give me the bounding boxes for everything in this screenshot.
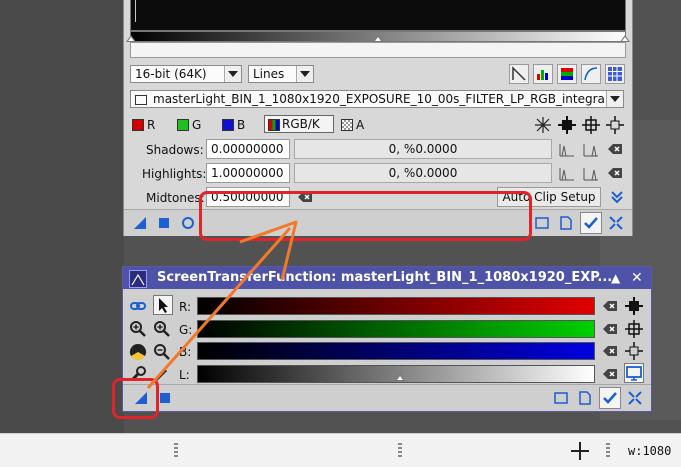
crosshair-icon	[571, 442, 589, 460]
status-bar-grip[interactable]	[398, 443, 402, 459]
annotation-arrow	[146, 220, 298, 389]
width-readout: w:1080	[628, 444, 672, 458]
status-bar-grip[interactable]	[174, 443, 178, 459]
status-bar: w:1080	[0, 433, 681, 467]
status-bar-grip[interactable]	[606, 443, 610, 459]
